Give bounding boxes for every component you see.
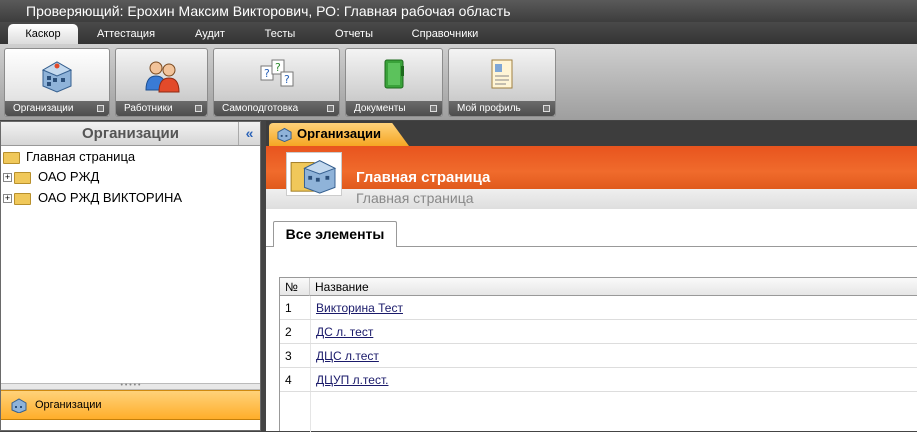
tab-kaskor[interactable]: Каскор (8, 24, 78, 44)
organizations-label: Организации (13, 103, 74, 114)
dropdown-icon[interactable] (97, 105, 104, 112)
tab-reports[interactable]: Отчеты (322, 24, 386, 44)
svg-text:?: ? (284, 73, 290, 86)
organizations-icon (11, 398, 27, 413)
tree-item-label: ОАО РЖД (38, 169, 100, 184)
main-tabstrip: Организации (266, 121, 917, 146)
row-name-link[interactable]: ДЦУП л.тест. (316, 368, 388, 392)
tree-item-label: Главная страница (26, 149, 136, 164)
table-row[interactable]: 3 ДЦС л.тест (280, 344, 917, 368)
row-number: 3 (285, 349, 292, 363)
dropdown-icon[interactable] (430, 105, 437, 112)
profile-button[interactable]: Мой профиль (448, 48, 556, 117)
menu-bar: Каскор Аттестация Аудит Тесты Отчеты Спр… (0, 22, 917, 44)
panel-splitter[interactable]: • • • • • (1, 382, 260, 390)
tab-label: Организации (297, 126, 382, 141)
documents-label: Документы (354, 103, 406, 114)
tab-audit[interactable]: Аудит (180, 24, 240, 44)
self-study-button[interactable]: ? ? ? Самоподготовка (213, 48, 340, 117)
tree-item-label: ОАО РЖД ВИКТОРИНА (38, 190, 183, 205)
left-panel-header: Организации « (1, 122, 260, 146)
left-panel-title: Организации (82, 125, 179, 142)
page-title: Главная страница (356, 169, 491, 186)
documents-button[interactable]: Документы (345, 48, 443, 117)
table-row[interactable]: 1 Викторина Тест (280, 296, 917, 320)
tree-item-oao-rzd[interactable]: + ОАО РЖД (3, 167, 99, 187)
column-header-name[interactable]: Название (310, 278, 917, 296)
collapse-panel-icon[interactable]: « (238, 122, 260, 145)
table-row[interactable]: 2 ДС л. тест (280, 320, 917, 344)
dropdown-icon[interactable] (543, 105, 550, 112)
workers-button[interactable]: Работники (115, 48, 208, 117)
row-name-link[interactable]: ДЦС л.тест (316, 344, 379, 368)
tab-tests[interactable]: Тесты (250, 24, 310, 44)
expand-icon[interactable]: + (3, 194, 12, 204)
column-header-number[interactable]: № (280, 278, 310, 296)
folder-building-icon (286, 152, 342, 196)
tab-attestation[interactable]: Аттестация (86, 24, 166, 44)
tab-organizations[interactable]: Организации (269, 123, 409, 146)
organizations-button[interactable]: Организации (4, 48, 110, 117)
dropdown-icon[interactable] (195, 105, 202, 112)
table-row[interactable]: 4 ДЦУП л.тест. (280, 368, 917, 392)
elements-grid: № Название 1 Викторина Тест 2 ДС л. тест 3… (279, 277, 917, 432)
row-name-link[interactable]: ДС л. тест (316, 320, 373, 344)
tab-references[interactable]: Справочники (398, 24, 492, 44)
organizations-icon (277, 127, 292, 142)
home-folder-icon (3, 151, 20, 164)
main-panel: Организации Главная страница Главная стр… (266, 121, 917, 432)
folder-icon (14, 171, 31, 184)
workers-label: Работники (124, 103, 173, 114)
tree-item-oao-rzd-viktorina[interactable]: + ОАО РЖД ВИКТОРИНА (3, 188, 182, 208)
self-study-label: Самоподготовка (222, 103, 299, 114)
expand-icon[interactable]: + (3, 173, 12, 183)
profile-icon (491, 59, 513, 89)
organizations-icon (41, 61, 73, 93)
svg-text:?: ? (264, 67, 270, 80)
workers-icon (144, 61, 180, 93)
svg-text:?: ? (275, 61, 281, 74)
dropdown-icon[interactable] (327, 105, 334, 112)
row-number: 2 (285, 325, 292, 339)
section-label: Организации (35, 399, 102, 411)
ribbon-toolbar: Организации Работники ? ? ? Самоподготов… (0, 44, 917, 120)
documents-icon (384, 59, 404, 89)
tree-item-home[interactable]: Главная страница (3, 147, 135, 167)
folder-icon (14, 192, 31, 205)
profile-label: Мой профиль (457, 103, 521, 114)
section-organizations[interactable]: Организации (1, 390, 260, 420)
window-title: Проверяющий: Ерохин Максим Викторович, Р… (0, 0, 917, 22)
row-number: 1 (285, 301, 292, 315)
page-subtitle: Главная страница (356, 190, 474, 206)
left-panel: Организации « Главная страница + ОАО РЖД … (0, 121, 261, 431)
row-name-link[interactable]: Викторина Тест (316, 296, 403, 320)
tab-all-elements[interactable]: Все элементы (273, 221, 397, 247)
self-study-icon: ? ? ? (260, 59, 293, 87)
row-number: 4 (285, 373, 292, 387)
